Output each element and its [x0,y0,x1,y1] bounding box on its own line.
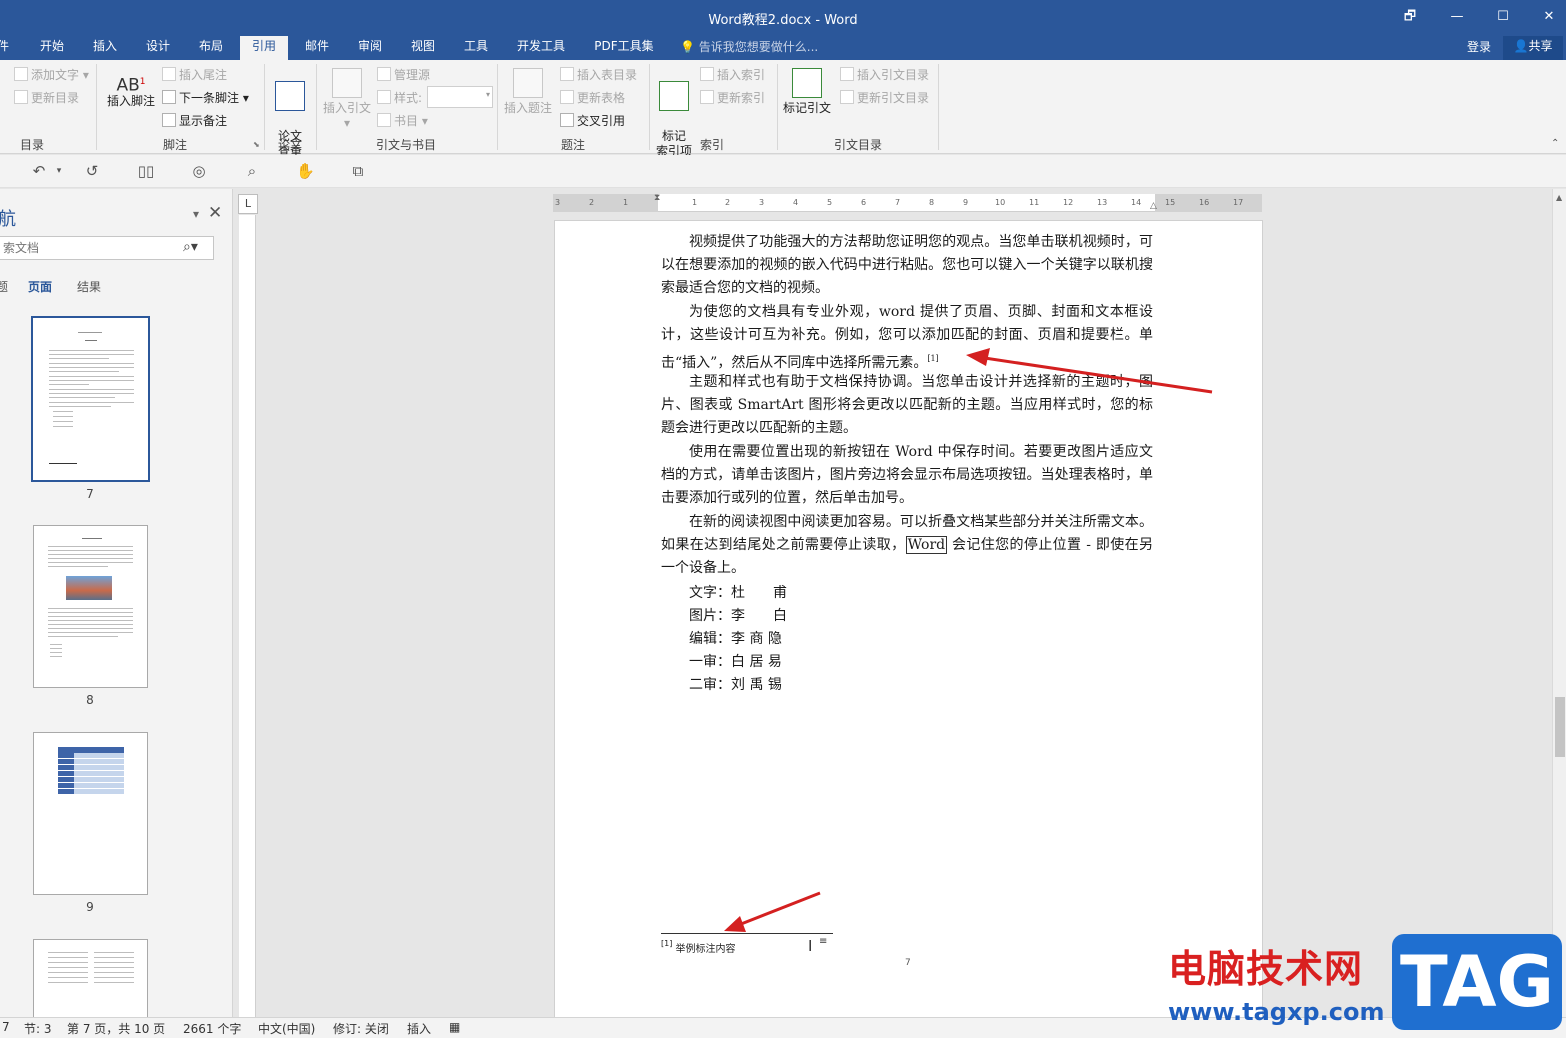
status-page[interactable]: 第 7 页，共 10 页 [67,1020,165,1037]
watermark-url: www.tagxp.com [1168,998,1385,1026]
status-insert-mode[interactable]: 插入 [407,1020,431,1037]
annotation-arrows [724,348,1213,932]
watermark-site-name: 电脑技术网 [1168,947,1364,991]
watermark-tag-logo: TAG [1392,934,1562,1030]
annotation-arrow-1 [966,348,1213,394]
status-word-count[interactable]: 2661 个字 [183,1020,241,1037]
status-language[interactable]: 中文(中国) [258,1020,315,1037]
macro-record-icon[interactable]: ▦ [449,1020,460,1034]
status-page-short: 7 [2,1020,10,1034]
status-section[interactable]: 节: 3 [24,1020,52,1037]
site-watermark: 电脑技术网 www.tagxp.com TAG [1160,930,1566,1038]
status-track-changes[interactable]: 修订: 关闭 [333,1020,389,1037]
annotation-arrow-2 [724,891,821,932]
